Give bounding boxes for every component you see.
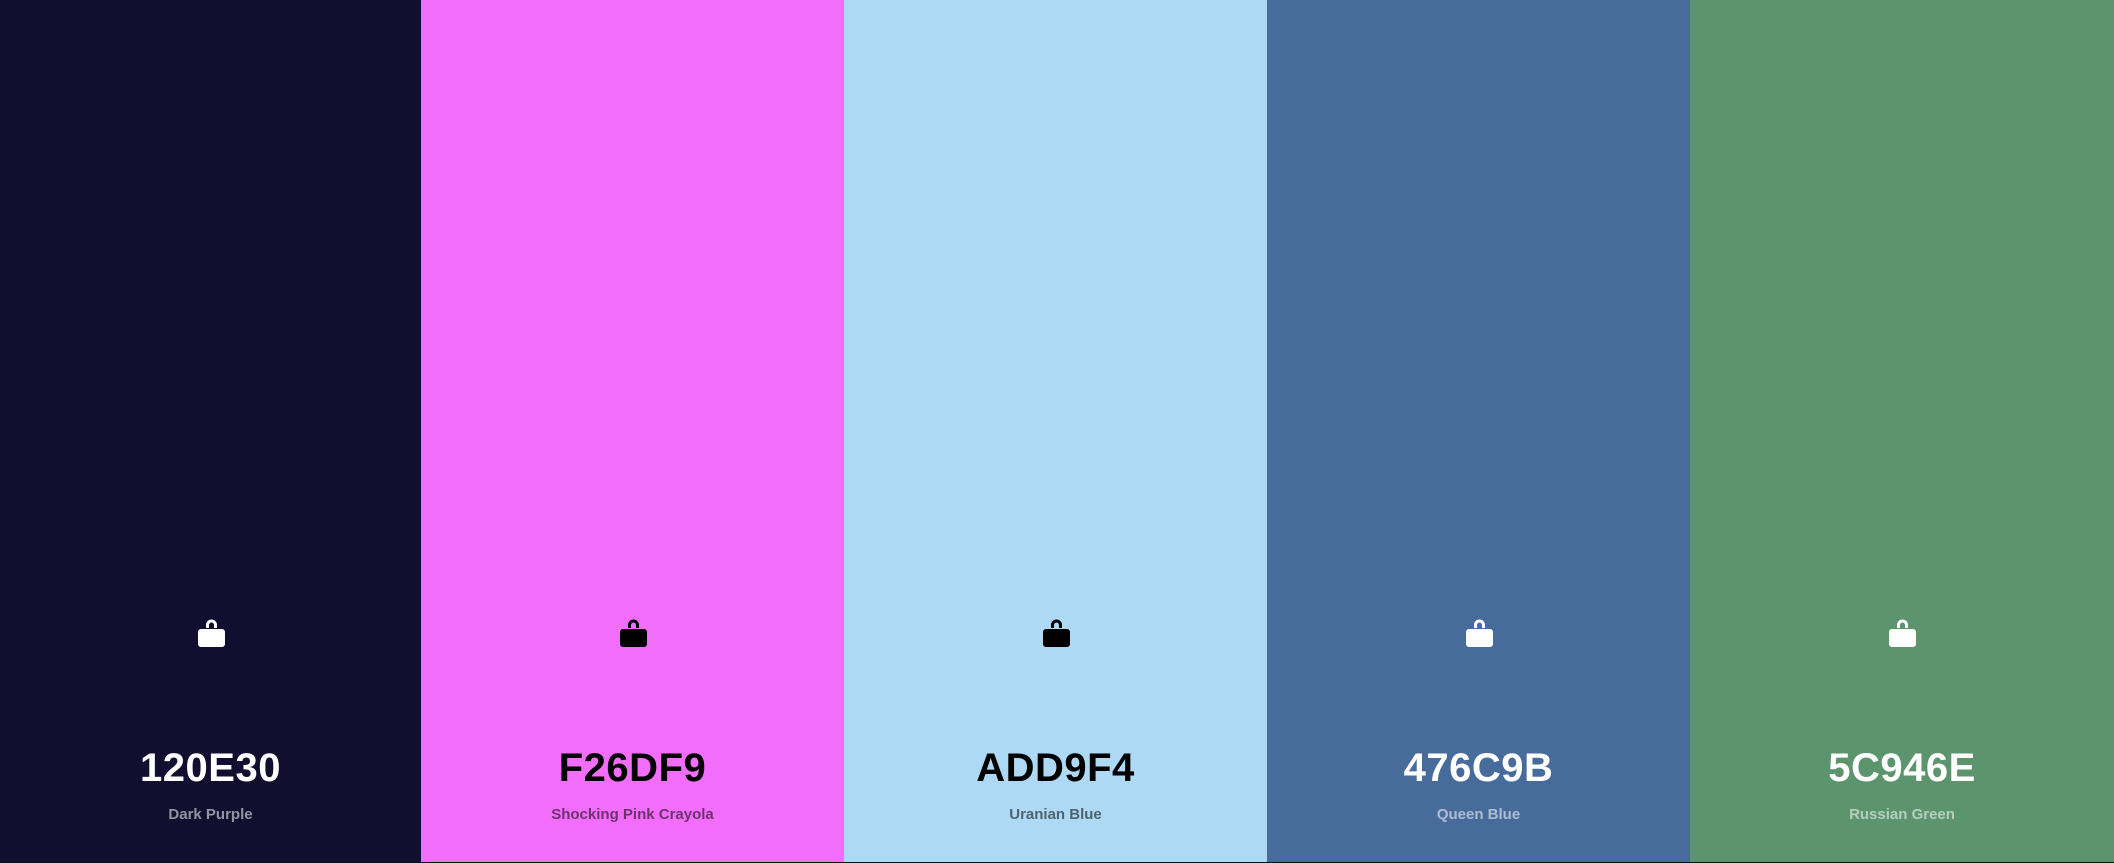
lock-icon[interactable] xyxy=(619,617,647,647)
swatch-hex-code[interactable]: 5C946E xyxy=(1690,744,2114,792)
swatch-color-name[interactable]: Shocking Pink Crayola xyxy=(421,804,844,826)
swatch-color-name[interactable]: Russian Green xyxy=(1690,804,2114,826)
color-palette: 120E30 Dark Purple F26DF9 Shocking Pink … xyxy=(0,0,2114,862)
swatch-hex-code[interactable]: F26DF9 xyxy=(421,744,844,792)
swatch-russian-green[interactable]: 5C946E Russian Green xyxy=(1690,0,2114,862)
swatch-uranian-blue[interactable]: ADD9F4 Uranian Blue xyxy=(844,0,1267,862)
swatch-color-name[interactable]: Uranian Blue xyxy=(844,804,1267,826)
swatch-hex-code[interactable]: ADD9F4 xyxy=(844,744,1267,792)
swatch-color-name[interactable]: Queen Blue xyxy=(1267,804,1690,826)
swatch-color-name[interactable]: Dark Purple xyxy=(0,804,421,826)
lock-icon[interactable] xyxy=(197,617,225,647)
lock-icon[interactable] xyxy=(1465,617,1493,647)
lock-icon[interactable] xyxy=(1042,617,1070,647)
swatch-dark-purple[interactable]: 120E30 Dark Purple xyxy=(0,0,421,862)
swatch-shocking-pink-crayola[interactable]: F26DF9 Shocking Pink Crayola xyxy=(421,0,844,862)
lock-icon[interactable] xyxy=(1889,617,1916,647)
swatch-hex-code[interactable]: 476C9B xyxy=(1267,744,1690,792)
swatch-hex-code[interactable]: 120E30 xyxy=(0,744,421,792)
swatch-queen-blue[interactable]: 476C9B Queen Blue xyxy=(1267,0,1690,862)
